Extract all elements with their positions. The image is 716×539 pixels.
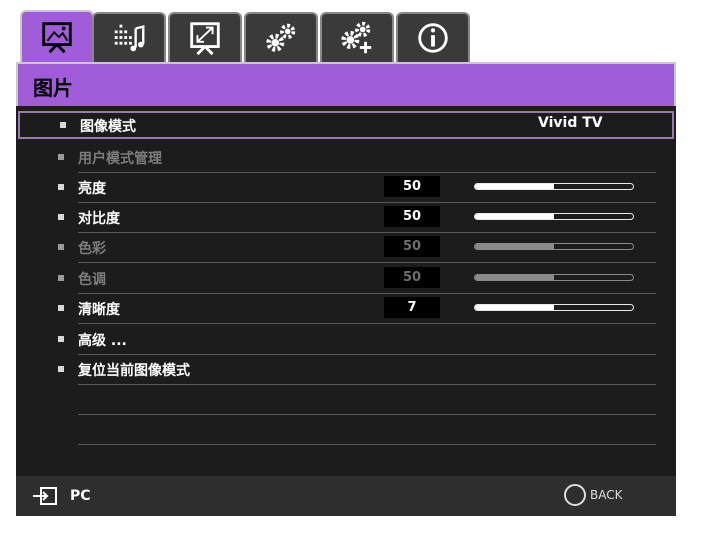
projector-osd-menu: 图片 图像模式 Vivid TV 用户模式管理 亮度 50 对比度 50 色彩 … (16, 10, 676, 516)
slider-fill (475, 305, 554, 310)
tab-picture[interactable] (20, 10, 94, 62)
bullet-icon (58, 154, 64, 160)
brightness-value: 50 (384, 176, 440, 197)
color-slider[interactable] (474, 243, 634, 250)
bullet-icon (58, 214, 64, 220)
sharpness-value: 7 (384, 297, 440, 318)
menu-item-label: 图像模式 (80, 119, 136, 135)
empty-row (16, 415, 676, 445)
contrast-slider[interactable] (474, 213, 634, 220)
sharpness-slider[interactable] (474, 304, 634, 311)
bullet-icon (60, 122, 66, 128)
tint-slider[interactable] (474, 274, 634, 281)
bullet-icon (58, 366, 64, 372)
tint-value: 50 (384, 267, 440, 288)
slider-fill (475, 184, 554, 189)
menu-item-label: 高级 ... (78, 333, 127, 349)
bullet-icon (58, 305, 64, 311)
menu-item-label: 色彩 (78, 241, 106, 257)
menu-body: 图像模式 Vivid TV 用户模式管理 亮度 50 对比度 50 色彩 50 (16, 106, 676, 476)
brightness-slider[interactable] (474, 183, 634, 190)
picture-mode-value: Vivid TV (538, 115, 603, 131)
contrast-value: 50 (384, 206, 440, 227)
menu-item-label: 色调 (78, 272, 106, 288)
menu-item-label: 亮度 (78, 181, 106, 197)
empty-row (16, 385, 676, 415)
menu-item-color[interactable]: 色彩 50 (16, 233, 676, 263)
input-source-icon (33, 487, 57, 505)
menu-item-label: 复位当前图像模式 (78, 363, 190, 379)
bullet-icon (58, 336, 64, 342)
menu-footer: PC BACK (16, 476, 676, 516)
menu-item-contrast[interactable]: 对比度 50 (16, 203, 676, 233)
divider (78, 444, 656, 445)
gears-plus-icon (341, 21, 372, 54)
audio-icon (114, 24, 145, 52)
menu-item-label: 对比度 (78, 211, 120, 227)
slider-fill (475, 214, 554, 219)
menu-item-reset[interactable]: 复位当前图像模式 (16, 355, 676, 385)
slider-fill (475, 244, 554, 249)
divider (78, 262, 656, 263)
menu-header: 图片 (16, 62, 676, 106)
menu-item-label: 清晰度 (78, 302, 120, 318)
menu-tab-bar (16, 10, 676, 62)
tab-display[interactable] (168, 12, 242, 62)
picture-icon (42, 22, 72, 54)
back-label[interactable]: BACK (590, 488, 622, 502)
gears-icon (266, 23, 296, 52)
color-value: 50 (384, 236, 440, 257)
tab-basic-settings[interactable] (244, 12, 318, 62)
bullet-icon (58, 184, 64, 190)
menu-item-tint[interactable]: 色调 50 (16, 264, 676, 294)
menu-item-picture-mode[interactable]: 图像模式 Vivid TV (18, 111, 674, 139)
tab-advanced-settings[interactable] (320, 12, 394, 62)
menu-item-brightness[interactable]: 亮度 50 (16, 173, 676, 203)
back-icon[interactable] (564, 484, 586, 506)
bullet-icon (58, 244, 64, 250)
input-source-label: PC (70, 488, 91, 504)
tab-audio[interactable] (92, 12, 166, 62)
bullet-icon (58, 275, 64, 281)
menu-item-label: 用户模式管理 (78, 151, 162, 167)
info-icon (418, 23, 448, 53)
page-title: 图片 (33, 76, 73, 100)
slider-fill (475, 275, 554, 280)
tab-info[interactable] (396, 12, 470, 62)
display-icon (190, 22, 220, 56)
divider (78, 323, 656, 324)
menu-item-advanced[interactable]: 高级 ... (16, 325, 676, 355)
menu-item-user-mode[interactable]: 用户模式管理 (16, 143, 676, 173)
menu-item-sharpness[interactable]: 清晰度 7 (16, 294, 676, 324)
